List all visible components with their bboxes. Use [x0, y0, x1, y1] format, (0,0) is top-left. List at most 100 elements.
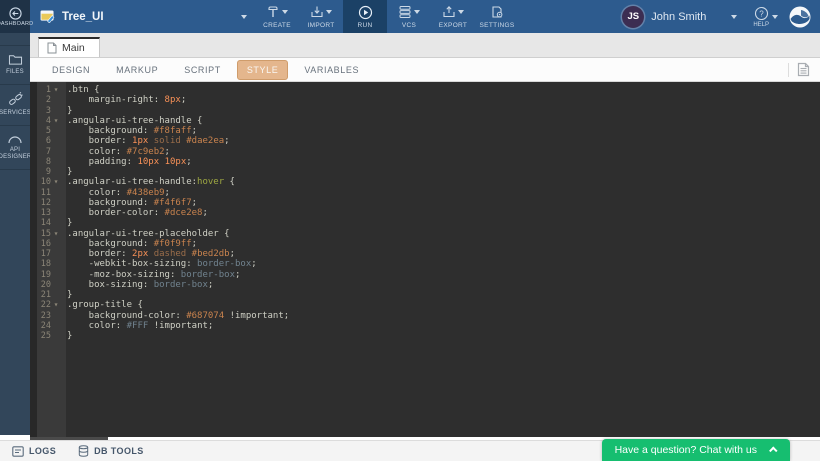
fold-toggle-icon[interactable]: ▾: [51, 85, 61, 95]
logs-button[interactable]: LOGS: [12, 446, 56, 457]
export-button[interactable]: EXPORT: [431, 0, 475, 33]
code-line: 15▾.angular-ui-tree-placeholder {: [30, 229, 820, 239]
line-number: 15: [30, 229, 51, 239]
code-text: margin-right: 8px;: [61, 95, 820, 105]
line-number: 21: [30, 290, 51, 300]
fold-spacer: [51, 290, 61, 300]
export-label: EXPORT: [439, 22, 467, 29]
vcs-button[interactable]: VCS: [387, 0, 431, 33]
code-line: 14}: [30, 218, 820, 228]
left-sidebar: FILES SERVICES APIDESIGNER: [0, 33, 30, 435]
chevron-down-icon: [241, 15, 247, 19]
help-label: HELP: [753, 22, 769, 28]
run-play-icon: [358, 5, 373, 20]
line-number: 3: [30, 106, 51, 116]
dashboard-button[interactable]: DASHBOARD: [0, 0, 30, 33]
line-number: 25: [30, 331, 51, 341]
code-line: 4▾.angular-ui-tree-handle {: [30, 116, 820, 126]
line-number: 9: [30, 167, 51, 177]
code-text: .angular-ui-tree-placeholder {: [61, 229, 820, 239]
fold-spacer: [51, 218, 61, 228]
chevron-down-icon: [772, 15, 778, 19]
settings-label: SETTINGS: [480, 22, 515, 29]
code-line: 8 padding: 10px 10px;: [30, 157, 820, 167]
app-window: DASHBOARD Tree_UI CREATE: [0, 0, 820, 461]
tab-script[interactable]: SCRIPT: [174, 60, 231, 80]
chat-widget-button[interactable]: Have a question? Chat with us: [602, 439, 790, 461]
user-menu[interactable]: JS John Smith: [612, 0, 747, 33]
sidebar-item-services[interactable]: SERVICES: [0, 85, 30, 126]
dashboard-label: DASHBOARD: [0, 21, 33, 27]
fold-toggle-icon[interactable]: ▾: [51, 300, 61, 310]
code-line: 11 color: #438eb9;: [30, 188, 820, 198]
code-line: 16 background: #f0f9ff;: [30, 239, 820, 249]
line-number: 8: [30, 157, 51, 167]
dashboard-back-icon: [9, 7, 22, 20]
code-line: 20 box-sizing: border-box;: [30, 280, 820, 290]
fold-spacer: [51, 126, 61, 136]
line-number: 13: [30, 208, 51, 218]
tab-main[interactable]: Main: [38, 37, 100, 57]
code-text: background: #f0f9ff;: [61, 239, 820, 249]
fold-spacer: [51, 311, 61, 321]
chevron-down-icon: [414, 10, 420, 14]
code-line: 6 border: 1px solid #dae2ea;: [30, 136, 820, 146]
brand-logo[interactable]: [784, 0, 820, 33]
chat-label: Have a question? Chat with us: [615, 444, 757, 456]
fold-spacer: [51, 157, 61, 167]
code-line: 10▾.angular-ui-tree-handle:hover {: [30, 177, 820, 187]
chevron-down-icon: [282, 10, 288, 14]
css-code-editor[interactable]: 1▾.btn {2 margin-right: 8px;3}4▾.angular…: [30, 82, 820, 437]
code-text: -webkit-box-sizing: border-box;: [61, 259, 820, 269]
code-line: 24 color: #FFF !important;: [30, 321, 820, 331]
code-line: 13 border-color: #dce2e8;: [30, 208, 820, 218]
help-menu[interactable]: ? HELP: [747, 0, 784, 33]
arc-icon: [7, 133, 23, 144]
code-line: 9}: [30, 167, 820, 177]
top-navbar: DASHBOARD Tree_UI CREATE: [0, 0, 820, 33]
line-number: 17: [30, 249, 51, 259]
run-button[interactable]: RUN: [343, 0, 387, 33]
code-line: 19 -moz-box-sizing: border-box;: [30, 270, 820, 280]
export-icon: [442, 5, 456, 19]
tab-design[interactable]: DESIGN: [42, 60, 100, 80]
hammer-icon: [266, 5, 280, 19]
create-button[interactable]: CREATE: [255, 0, 299, 33]
fold-spacer: [51, 208, 61, 218]
code-text: color: #7c9eb2;: [61, 147, 820, 157]
sidebar-item-api-designer[interactable]: APIDESIGNER: [0, 126, 30, 170]
tab-variables[interactable]: VARIABLES: [294, 60, 369, 80]
line-number: 5: [30, 126, 51, 136]
code-line: 21}: [30, 290, 820, 300]
chevron-up-icon: [769, 446, 777, 454]
sidebar-item-files[interactable]: FILES: [0, 45, 30, 85]
nav-spacer: [519, 0, 612, 33]
import-button[interactable]: IMPORT: [299, 0, 343, 33]
code-text: }: [61, 167, 820, 177]
db-tools-button[interactable]: DB TOOLS: [78, 445, 144, 457]
project-selector[interactable]: Tree_UI: [30, 0, 255, 33]
settings-button[interactable]: SETTINGS: [475, 0, 519, 33]
editor-tabbar: Main: [30, 33, 820, 58]
format-code-button[interactable]: [797, 62, 810, 77]
fold-toggle-icon[interactable]: ▾: [51, 177, 61, 187]
code-lines: 1▾.btn {2 margin-right: 8px;3}4▾.angular…: [30, 85, 820, 341]
user-name: John Smith: [651, 11, 706, 23]
fold-toggle-icon[interactable]: ▾: [51, 116, 61, 126]
code-text: padding: 10px 10px;: [61, 157, 820, 167]
code-text: border: 1px solid #dae2ea;: [61, 136, 820, 146]
divider: [788, 63, 789, 77]
code-line: 2 margin-right: 8px;: [30, 95, 820, 105]
line-number: 24: [30, 321, 51, 331]
page-mode-tabs: DESIGN MARKUP SCRIPT STYLE VARIABLES: [30, 58, 820, 82]
fold-toggle-icon[interactable]: ▾: [51, 229, 61, 239]
tab-style[interactable]: STYLE: [237, 60, 289, 80]
link-icon: [8, 92, 23, 107]
database-icon: [78, 445, 89, 457]
help-question-icon: ?: [754, 6, 769, 21]
line-number: 14: [30, 218, 51, 228]
code-text: .angular-ui-tree-handle:hover {: [61, 177, 820, 187]
tab-markup[interactable]: MARKUP: [106, 60, 168, 80]
chevron-down-icon: [731, 15, 737, 19]
code-text: color: #438eb9;: [61, 188, 820, 198]
